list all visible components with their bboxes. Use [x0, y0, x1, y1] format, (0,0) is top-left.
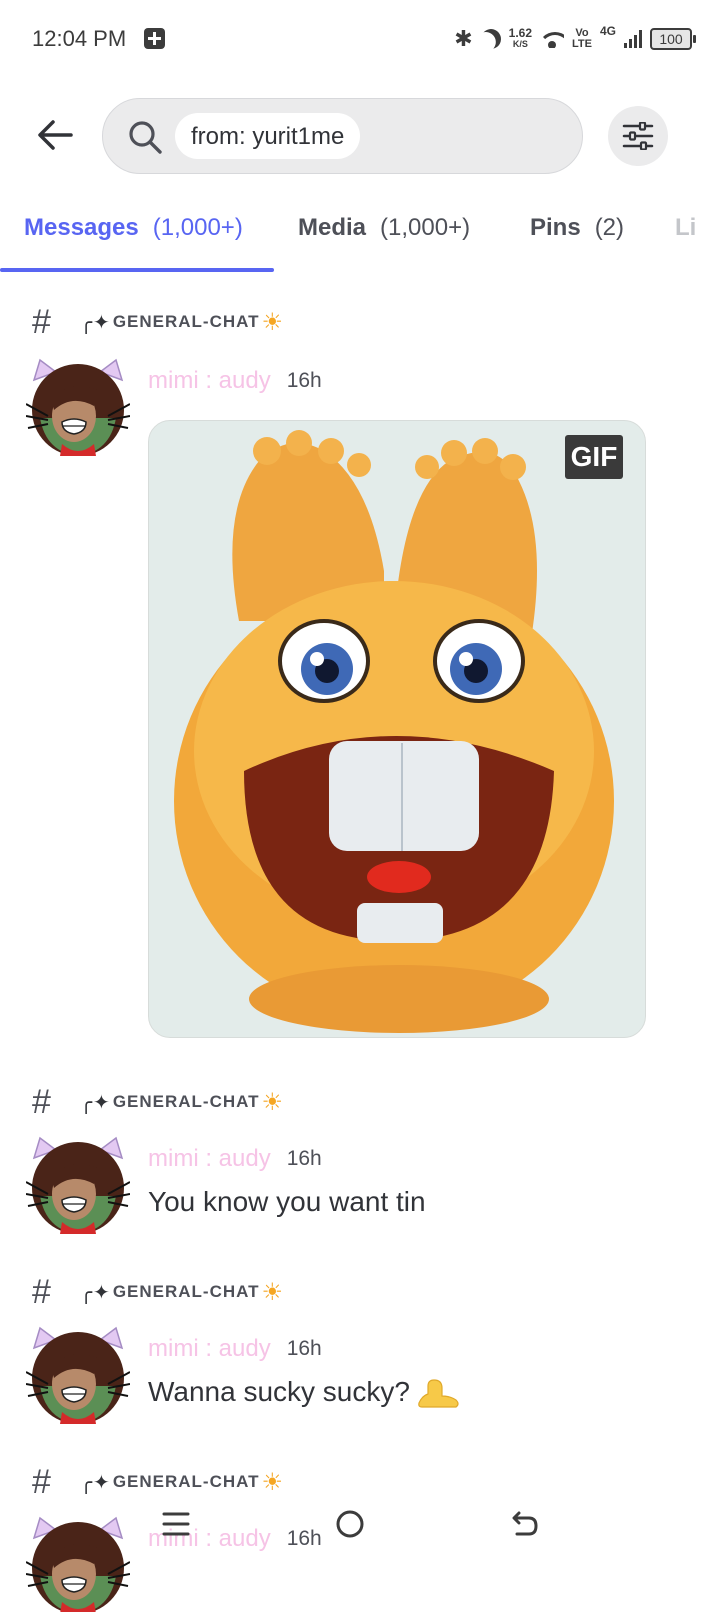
avatar[interactable] — [26, 1326, 130, 1424]
speed-unit: K/S — [512, 39, 528, 49]
gif-badge: GIF — [565, 435, 623, 479]
timestamp: 16h — [286, 1147, 322, 1170]
message-meta: mimi : audy 16h — [148, 1142, 322, 1176]
channel-decor-prefix: ╭✦ — [80, 1281, 111, 1304]
channel-header[interactable]: # ╭✦ GENERAL-CHAT ☀ — [32, 302, 284, 342]
result-tabs: Messages (1,000+) Media (1,000+) Pins (2) L… — [0, 200, 720, 274]
tab-count: (1,000+) — [380, 214, 471, 241]
gif-attachment[interactable]: GIF — [148, 420, 646, 1038]
timestamp: 16h — [286, 369, 322, 392]
speed-value: 1.62 — [508, 26, 533, 40]
status-time: 12:04 PM — [32, 26, 127, 51]
foot-icon — [418, 1379, 459, 1408]
hash-icon: # — [32, 1272, 51, 1311]
tab-label: Media — [298, 214, 367, 241]
bluetooth-icon: ✱ — [454, 26, 473, 51]
avatar[interactable] — [26, 1136, 130, 1234]
message-meta: mimi : audy 16h — [148, 1332, 322, 1366]
home-circle-icon — [336, 1510, 364, 1538]
channel-decor-prefix: ╭✦ — [80, 1091, 111, 1114]
avatar[interactable] — [26, 358, 130, 456]
channel-label: GENERAL-CHAT — [112, 312, 260, 331]
volte-bottom: LTE — [572, 38, 592, 50]
tab-count: (2) — [594, 214, 625, 241]
status-indicators: ✱ 1.62 K/S Vo LTE 4G 100 — [454, 24, 696, 54]
moon-icon — [477, 25, 504, 52]
filter-button[interactable] — [608, 106, 668, 166]
tab-count: (1,000+) — [152, 214, 243, 241]
arrow-left-icon — [38, 120, 73, 150]
sliders-icon — [622, 122, 654, 150]
channel-name: ╭✦ GENERAL-CHAT ☀ — [80, 308, 284, 337]
author-name[interactable]: mimi : audy — [148, 1335, 271, 1363]
channel-header[interactable]: # ╭✦ GENERAL-CHAT ☀ — [32, 1082, 284, 1122]
active-tab-indicator — [0, 268, 274, 272]
channel-label: GENERAL-CHAT — [112, 1282, 260, 1301]
tab-pins[interactable]: Pins (2) — [530, 214, 624, 242]
tab-media[interactable]: Media (1,000+) — [298, 214, 470, 242]
channel-name: ╭✦ GENERAL-CHAT ☀ — [80, 1088, 284, 1117]
battery-icon: 100 — [650, 28, 696, 50]
signal-icon — [624, 30, 642, 48]
recent-apps-button[interactable] — [152, 1500, 200, 1548]
hash-icon: # — [32, 1082, 51, 1121]
tab-label: Pins — [530, 214, 581, 241]
hash-icon: # — [32, 302, 51, 341]
search-icon — [129, 121, 162, 154]
network-speed: 1.62 K/S — [508, 26, 533, 50]
timestamp: 16h — [286, 1337, 322, 1360]
message-row: Wanna sucky sucky? — [148, 1376, 460, 1410]
sun-icon: ☀ — [261, 1278, 285, 1306]
menu-icon — [162, 1512, 190, 1536]
back-nav-button[interactable] — [500, 1500, 548, 1548]
author-name[interactable]: mimi : audy — [148, 1145, 271, 1173]
wifi-icon — [540, 30, 565, 48]
laughing-emoji-gif — [174, 430, 614, 1033]
search-query-chip[interactable]: from: yurit1me — [175, 113, 361, 159]
status-bar: 12:04 PM ✱ 1.62 K/S Vo LTE 4G 100 — [0, 0, 720, 80]
channel-header[interactable]: # ╭✦ GENERAL-CHAT ☀ — [32, 1272, 284, 1312]
tab-label: Messages — [24, 214, 139, 241]
message-meta: mimi : audy 16h — [148, 364, 322, 398]
sun-icon: ☀ — [261, 308, 285, 336]
volte-indicator: Vo LTE — [572, 28, 592, 50]
channel-label: GENERAL-CHAT — [112, 1092, 260, 1111]
system-nav-bar — [0, 1490, 720, 1560]
sun-icon: ☀ — [261, 1088, 285, 1116]
channel-label: GENERAL-CHAT — [112, 1472, 260, 1491]
home-button[interactable] — [326, 1500, 374, 1548]
network-type: 4G — [599, 24, 616, 38]
channel-decor-prefix: ╭✦ — [80, 311, 111, 334]
message-text: You know you want tin — [148, 1186, 426, 1217]
tab-messages[interactable]: Messages (1,000+) — [24, 214, 243, 242]
author-name[interactable]: mimi : audy — [148, 367, 271, 395]
tab-label: Li — [675, 214, 697, 241]
message-text: Wanna sucky sucky? — [148, 1376, 410, 1407]
notification-icon — [144, 28, 165, 49]
search-bar[interactable]: from: yurit1me — [102, 98, 583, 174]
channel-name: ╭✦ GENERAL-CHAT ☀ — [80, 1278, 284, 1307]
back-return-icon — [512, 1511, 538, 1536]
tab-links[interactable]: Li — [675, 214, 696, 242]
back-button[interactable] — [30, 110, 80, 160]
